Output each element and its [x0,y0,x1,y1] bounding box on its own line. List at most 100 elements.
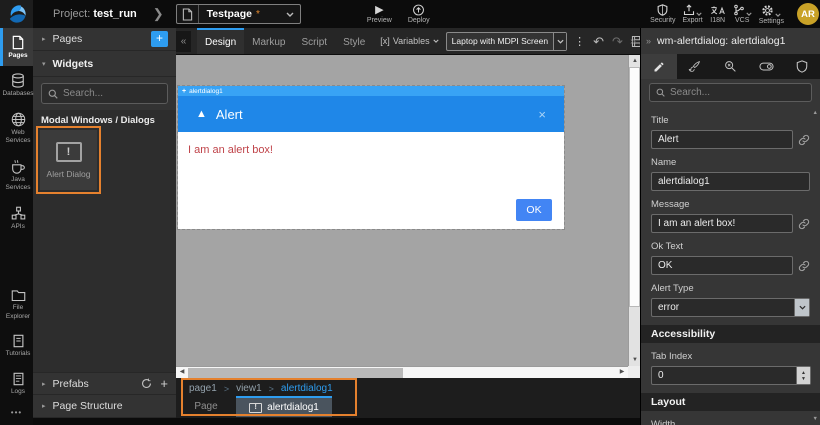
breadcrumb-page1[interactable]: page1 [189,383,217,394]
sidebar-item-databases[interactable]: Databases [0,66,33,104]
tab-index-field[interactable] [652,367,796,384]
title-field[interactable] [651,130,793,149]
sidebar-item-logs[interactable]: Logs [0,365,33,402]
top-bar: Project: test_run ❯ Testpage * ▶ Preview [0,0,820,28]
app-logo[interactable] [0,0,33,28]
panel-scroll-up-icon[interactable]: ▲ [813,110,818,116]
toggle-icon [759,61,774,72]
properties-search-box[interactable] [649,83,812,102]
selection-tag-label: alertdialog1 [189,88,223,95]
horizontal-scroll-thumb[interactable] [188,368,403,378]
prefabs-section-label: Prefabs [53,378,89,390]
tab-alertdialog1[interactable]: ! alertdialog1 [236,396,332,417]
add-page-button[interactable]: + [151,31,168,47]
export-button[interactable]: Export [682,4,702,24]
security-button[interactable]: Security [650,4,675,24]
page-selector[interactable]: Testpage * [176,4,301,24]
widget-search-input[interactable] [63,88,161,99]
canvas-toolbar: « Design Markup Script Style [x] Variabl… [176,28,640,55]
breadcrumb-alertdialog1[interactable]: alertdialog1 [281,383,333,394]
scrollbar-corner [628,366,640,378]
deploy-button[interactable]: Deploy [408,4,430,24]
panel-scroll-down-icon[interactable]: ▼ [813,416,818,422]
properties-list: Title Name Message [641,107,820,425]
widget-selection-tag[interactable]: + alertdialog1 [178,86,564,96]
canvas-context-tabs: Page ! alertdialog1 [176,396,332,417]
canvas-vertical-scrollbar[interactable]: ▲ ▼ [628,55,640,366]
expand-right-panel-button[interactable]: » [627,31,639,52]
settings-button[interactable]: Settings [759,4,784,25]
tab-script[interactable]: Script [294,28,336,55]
tab-security[interactable] [784,54,820,79]
alert-dialog-body: I am an alert box! OK [178,132,564,229]
collapse-left-panel-button[interactable]: « [176,31,191,52]
widgets-section-header[interactable]: ▾ Widgets [33,51,176,77]
sidebar-item-java-services[interactable]: Java Services [0,152,33,199]
bind-link-icon[interactable] [798,218,810,230]
vertical-scroll-thumb[interactable] [629,67,640,307]
breadcrumb-view1[interactable]: view1 [236,383,262,394]
prefabs-section-header[interactable]: ▸ Prefabs + [33,372,176,395]
preview-button[interactable]: ▶ Preview [367,5,392,24]
widget-search-box[interactable] [41,83,168,104]
wavemaker-ide: Project: test_run ❯ Testpage * ▶ Preview [0,0,820,425]
collapse-right-panel-button[interactable]: » [646,36,651,46]
tab-page[interactable]: Page [176,396,236,417]
alert-dialog-widget-tile[interactable]: ! Alert Dialog [40,130,97,190]
sidebar-item-web-services[interactable]: Web Services [0,105,33,152]
device-selector-value: Laptop with MDPI Screen [447,36,553,46]
scroll-left-icon[interactable]: ◀ [176,367,188,378]
sidebar-more-icon[interactable]: ••• [0,402,33,425]
variables-button[interactable]: [x] Variables [380,36,438,46]
redo-button[interactable]: ↷ [612,35,623,48]
alert-type-select[interactable]: error [651,298,810,317]
field-label-title: Title [651,115,810,126]
shield-outline-icon [796,60,808,73]
tab-toggle-options[interactable] [748,54,784,79]
vcs-button[interactable]: VCS [733,4,752,24]
tab-style[interactable]: Style [335,28,373,55]
section-layout: Layout [641,393,820,411]
alert-dialog-widget[interactable]: + alertdialog1 ▲ Alert × I am an alert b… [178,86,564,229]
chevron-down-icon [286,12,294,17]
field-label-alert-type: Alert Type [651,283,810,294]
message-field[interactable] [651,214,793,233]
field-label-ok-text: Ok Text [651,241,810,252]
undo-button[interactable]: ↶ [593,35,604,48]
tab-search-advanced[interactable] [713,54,749,79]
editor-center: « Design Markup Script Style [x] Variabl… [176,28,640,425]
more-options-icon[interactable]: ⋮ [574,35,585,48]
sidebar-item-file-explorer[interactable]: File Explorer [0,282,33,327]
add-prefab-button[interactable]: + [160,376,168,391]
user-avatar[interactable]: AR [797,3,819,25]
close-icon[interactable]: × [538,107,546,122]
ok-button[interactable]: OK [516,199,552,221]
scroll-down-icon[interactable]: ▼ [629,354,640,366]
sidebar-item-tutorials[interactable]: Tutorials [0,327,33,364]
tab-markup[interactable]: Markup [244,28,293,55]
ok-text-field[interactable] [651,256,793,275]
spinner-arrows-icon[interactable]: ▲▼ [796,367,810,384]
caret-right-icon: ▸ [42,402,46,410]
bind-link-icon[interactable] [798,134,810,146]
export-label: Export [682,17,702,24]
properties-search-input[interactable] [670,87,805,98]
page-structure-section-header[interactable]: ▸ Page Structure [33,395,176,418]
sidebar-item-pages[interactable]: Pages [0,28,33,66]
pages-section-header[interactable]: ▸ Pages + [33,28,176,51]
tab-styles[interactable] [677,54,713,79]
tab-design[interactable]: Design [197,28,244,55]
i18n-button[interactable]: I18N [710,4,726,24]
name-field[interactable] [651,172,810,191]
design-canvas[interactable]: + alertdialog1 ▲ Alert × I am an alert b… [176,55,640,378]
device-selector[interactable]: Laptop with MDPI Screen [446,32,567,51]
chevron-down-icon [746,12,752,16]
bind-link-icon[interactable] [798,260,810,272]
scroll-up-icon[interactable]: ▲ [629,55,640,67]
variables-icon: [x] [380,36,390,46]
scroll-right-icon[interactable]: ▶ [616,367,628,378]
canvas-horizontal-scrollbar[interactable]: ◀ ▶ [176,366,628,378]
refresh-icon[interactable] [141,378,152,389]
sidebar-item-apis[interactable]: APIs [0,199,33,237]
tab-properties[interactable] [641,54,677,79]
